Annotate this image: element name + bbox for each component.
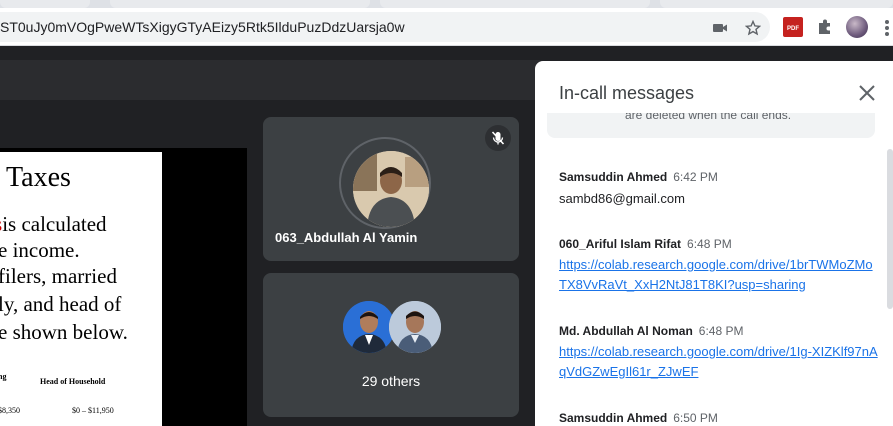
- chat-notice: are deleted when the call ends.: [547, 113, 875, 138]
- message-time: 6:42 PM: [673, 170, 718, 184]
- browser-menu-icon[interactable]: [885, 20, 889, 36]
- message-header: Samsuddin Ahmed 6:42 PM: [559, 169, 879, 185]
- slide-line: sis calculated: [0, 212, 107, 237]
- panel-title: In-call messages: [559, 83, 695, 103]
- others-count-label: 29 others: [361, 373, 421, 389]
- presented-slide: Taxes sis calculated e income. filers, m…: [0, 152, 162, 426]
- slide-line: e income.: [0, 238, 80, 262]
- chat-message: 060_Ariful Islam Rifat 6:48 PM https://co…: [559, 236, 879, 295]
- message-header: Md. Abdullah Al Noman 6:48 PM: [559, 323, 879, 339]
- browser-tab[interactable]: [380, 0, 650, 8]
- message-link[interactable]: https://colab.research.google.com/drive/…: [559, 255, 879, 295]
- person-photo-icon: [353, 151, 429, 227]
- person-photo-icon: [343, 301, 395, 353]
- slide-title: Taxes: [6, 162, 71, 193]
- slide-column-label: ng: [0, 372, 7, 381]
- tab-strip: [0, 0, 893, 8]
- slide-cell: $8,350: [0, 406, 20, 415]
- message-text: sambd86@gmail.com: [559, 191, 685, 206]
- pdf-extension-icon[interactable]: PDF: [783, 17, 803, 37]
- slide-line: e shown below.: [0, 320, 128, 344]
- slide-line-text: is calculated: [2, 212, 107, 236]
- message-header: Samsuddin Ahmed 6:50 PM: [559, 410, 879, 426]
- slide-column-label: Head of Household: [40, 377, 106, 386]
- message-time: 6:48 PM: [687, 237, 732, 251]
- extensions-puzzle-icon[interactable]: [815, 17, 835, 37]
- participant-avatar: [343, 301, 395, 353]
- message-sender: 060_Ariful Islam Rifat: [559, 237, 682, 251]
- message-time: 6:50 PM: [673, 411, 718, 425]
- chat-notice-text: are deleted when the call ends.: [625, 113, 792, 122]
- others-tile[interactable]: 29 others: [263, 273, 519, 417]
- profile-avatar[interactable]: [846, 16, 868, 38]
- chat-message: Md. Abdullah Al Noman 6:48 PM https://col…: [559, 323, 879, 382]
- chat-panel: In-call messages are deleted when the ca…: [535, 61, 893, 426]
- browser-toolbar: ST0uJy0mVOgPweWTsXigyGTyAEizy5Rtk5IlduPu…: [0, 8, 893, 46]
- slide-line: ly, and head of: [0, 292, 122, 316]
- participant-tile[interactable]: 063_Abdullah Al Yamin: [263, 117, 519, 261]
- participant-name: 063_Abdullah Al Yamin: [275, 230, 418, 245]
- slide-line: filers, married: [0, 264, 117, 288]
- chat-scrollbar[interactable]: [887, 149, 893, 309]
- message-link[interactable]: https://colab.research.google.com/drive/…: [559, 342, 879, 382]
- message-sender: Samsuddin Ahmed: [559, 170, 668, 184]
- url-text[interactable]: ST0uJy0mVOgPweWTsXigyGTyAEizy5Rtk5IlduPu…: [0, 19, 405, 35]
- message-sender: Samsuddin Ahmed: [559, 411, 668, 425]
- mic-muted-indicator: [485, 125, 511, 151]
- presentation-header-strip: [0, 60, 540, 100]
- close-icon[interactable]: [855, 81, 879, 105]
- participant-avatar: [353, 151, 429, 227]
- chat-message: Samsuddin Ahmed 6:50 PM: [559, 410, 879, 426]
- browser-tab[interactable]: [0, 0, 90, 8]
- message-header: 060_Ariful Islam Rifat 6:48 PM: [559, 236, 879, 252]
- message-sender: Md. Abdullah Al Noman: [559, 324, 693, 338]
- slide-cell: $0 – $11,950: [72, 406, 114, 415]
- browser-tab[interactable]: [660, 0, 893, 8]
- mic-off-icon: [491, 131, 505, 145]
- address-bar[interactable]: ST0uJy0mVOgPweWTsXigyGTyAEizy5Rtk5IlduPu…: [0, 12, 770, 42]
- participant-avatar: [389, 301, 441, 353]
- bookmark-star-icon[interactable]: [745, 20, 761, 36]
- chat-message: Samsuddin Ahmed 6:42 PM sambd86@gmail.com: [559, 169, 879, 209]
- browser-tab[interactable]: [110, 0, 370, 8]
- person-photo-icon: [389, 301, 441, 353]
- pdf-extension-label: PDF: [787, 26, 799, 32]
- camera-icon[interactable]: [712, 20, 728, 36]
- message-time: 6:48 PM: [698, 324, 744, 338]
